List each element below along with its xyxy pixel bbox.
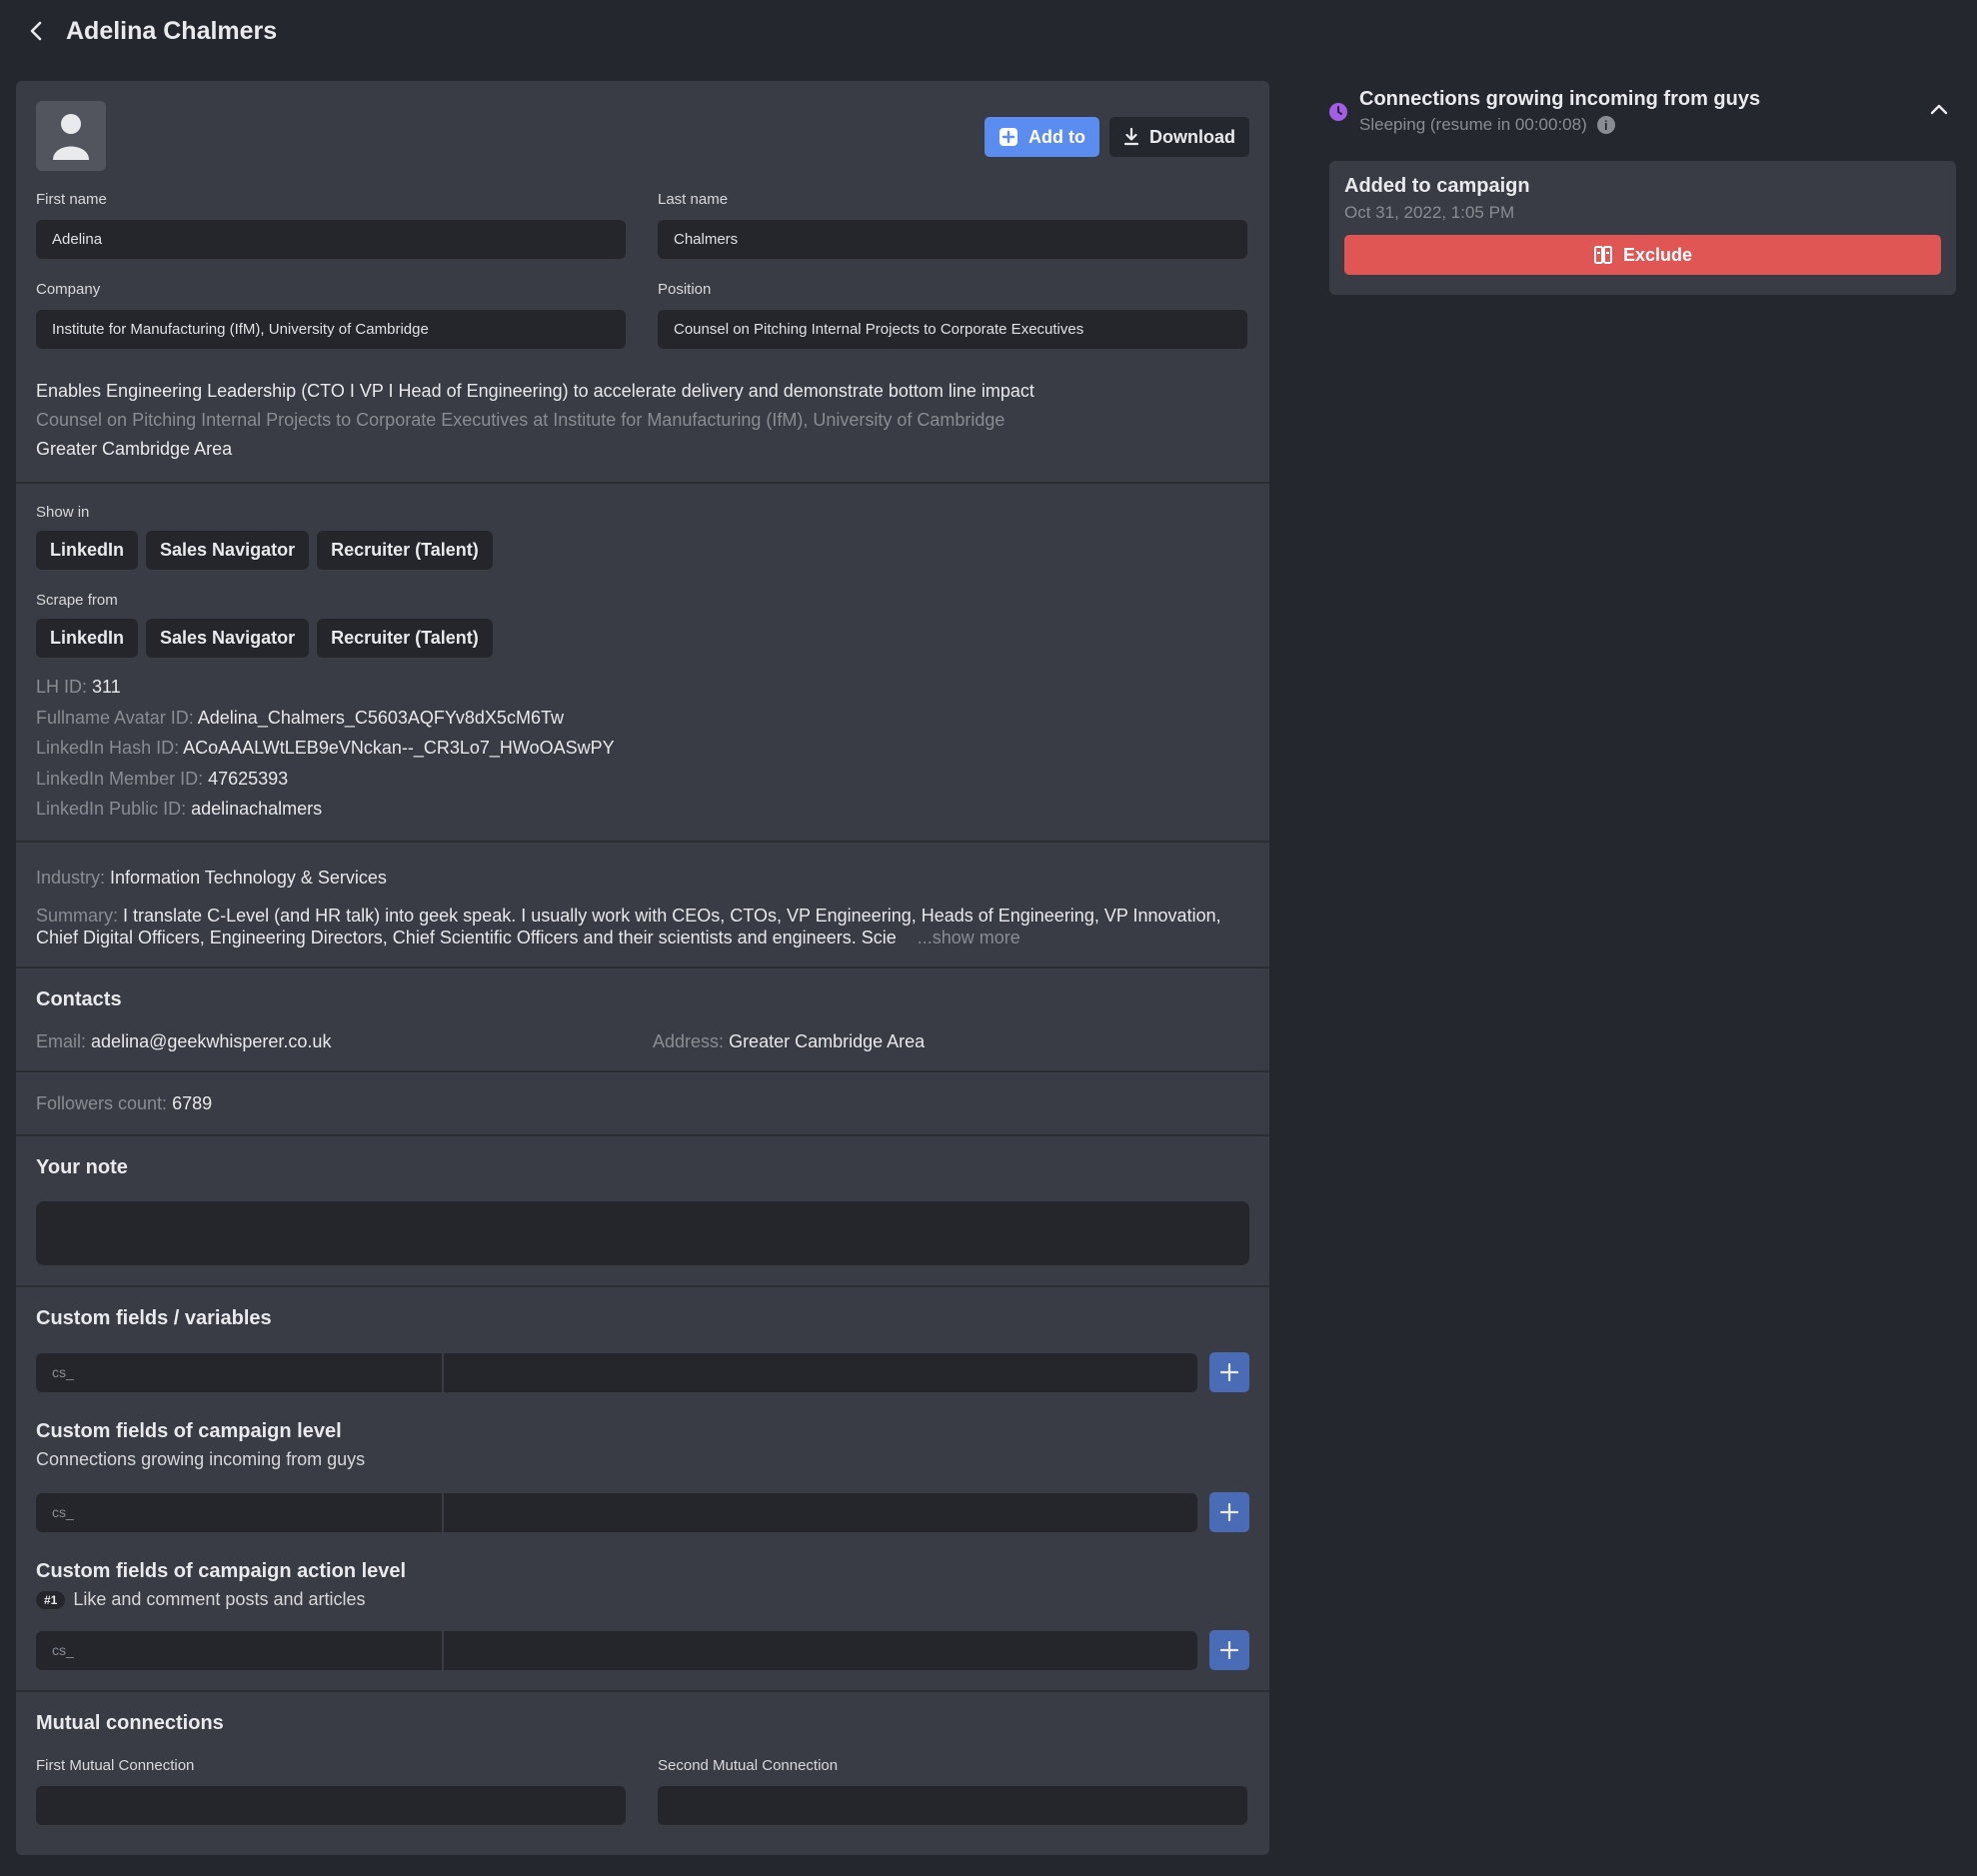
mutual-title: Mutual connections [36, 1712, 224, 1734]
location: Greater Cambridge Area [36, 439, 233, 459]
first-mutual-label: First Mutual Connection [36, 1757, 195, 1774]
add-campaign-field-button[interactable] [1209, 1492, 1249, 1532]
action-field-input[interactable]: cs_ [36, 1630, 1197, 1670]
mutual-section: Mutual connections First Mutual Connecti… [16, 1692, 1269, 1825]
download-button[interactable]: Download [1109, 117, 1249, 157]
address: Address: Greater Cambridge Area [653, 1031, 926, 1051]
exclude-label: Exclude [1622, 244, 1693, 265]
fullname-avatar-id: Fullname Avatar ID: Adelina_Chalmers_C56… [36, 707, 564, 728]
info-icon[interactable]: i [1596, 116, 1615, 134]
custom-field-key[interactable]: cs_ [36, 1352, 444, 1392]
campaign-header: Connections growing incoming from guys S… [1329, 88, 1949, 135]
download-label: Download [1149, 126, 1235, 147]
show-more-link[interactable]: ...show more [918, 928, 1020, 947]
profile-section: Add to Download First name Adelina Last … [16, 81, 1269, 484]
campaign-field-key[interactable]: cs_ [36, 1492, 444, 1532]
company-label: Company [36, 281, 101, 298]
add-to-button[interactable]: Add to [985, 117, 1099, 157]
email-value[interactable]: adelina@geekwhisperer.co.uk [91, 1031, 331, 1051]
first-name-label: First name [36, 191, 107, 208]
show-in-tags: LinkedIn Sales Navigator Recruiter (Tale… [36, 531, 1249, 570]
second-mutual-label: Second Mutual Connection [658, 1757, 839, 1774]
campaign-fields-name: Connections growing incoming from guys [36, 1449, 366, 1469]
lh-id: LH ID: 311 [36, 677, 121, 697]
custom-field-input[interactable]: cs_ [36, 1352, 1197, 1392]
step-badge: #1 [36, 1590, 66, 1609]
contacts-section: Contacts Email: adelina@geekwhisperer.co… [16, 968, 1269, 1072]
last-name-label: Last name [658, 191, 729, 208]
campaign-card: Added to campaign Oct 31, 2022, 1:05 PM … [1329, 161, 1956, 295]
linkedin-hash-id: LinkedIn Hash ID: ACoAAALWtLEB9eVNckan--… [36, 738, 615, 758]
followers-section: Followers count: 6789 [16, 1072, 1269, 1136]
position-field[interactable]: Counsel on Pitching Internal Projects to… [658, 310, 1247, 349]
sources-section: Show in LinkedIn Sales Navigator Recruit… [16, 484, 1269, 843]
company-field[interactable]: Institute for Manufacturing (IfM), Unive… [36, 310, 626, 349]
about-section: Industry: Information Technology & Servi… [16, 843, 1269, 968]
chevron-up-icon[interactable] [1929, 102, 1949, 121]
scrape-from-recruiter[interactable]: Recruiter (Talent) [317, 619, 493, 658]
campaign-fields-title: Custom fields of campaign level [36, 1420, 342, 1442]
contacts-title: Contacts [36, 988, 122, 1010]
add-to-label: Add to [1028, 126, 1085, 147]
profile-panel: Add to Download First name Adelina Last … [16, 81, 1269, 1855]
note-input[interactable] [36, 1201, 1249, 1265]
campaign-title[interactable]: Connections growing incoming from guys [1359, 88, 1760, 111]
chevron-left-icon[interactable] [24, 19, 48, 43]
action-fields-title: Custom fields of campaign action level [36, 1560, 407, 1582]
page-title: Adelina Chalmers [66, 16, 278, 45]
scrape-from-tags: LinkedIn Sales Navigator Recruiter (Tale… [36, 619, 1249, 658]
exclude-icon [1593, 246, 1612, 264]
custom-field-value[interactable] [444, 1353, 1197, 1392]
custom-fields-title: Custom fields / variables [36, 1307, 272, 1329]
note-title: Your note [36, 1156, 128, 1178]
subheadline: Counsel on Pitching Internal Projects to… [36, 410, 1005, 430]
scrape-from-label: Scrape from [36, 592, 118, 609]
add-action-field-button[interactable] [1209, 1630, 1249, 1670]
download-icon [1123, 128, 1139, 146]
scrape-from-sales-navigator[interactable]: Sales Navigator [146, 619, 310, 658]
clock-icon [1329, 103, 1347, 121]
followers-count: Followers count: 6789 [36, 1093, 213, 1113]
campaign-field-value[interactable] [444, 1493, 1197, 1532]
action-field-row: cs_ [36, 1630, 1249, 1670]
summary: Summary: I translate C-Level (and HR tal… [36, 906, 1221, 947]
email: Email: adelina@geekwhisperer.co.uk [36, 1031, 332, 1051]
show-in-label: Show in [36, 504, 90, 521]
avatar [36, 101, 106, 171]
plus-icon [1220, 1503, 1238, 1521]
last-name-field[interactable]: Chalmers [658, 220, 1247, 259]
note-section: Your note [16, 1136, 1269, 1287]
headline: Enables Engineering Leadership (CTO I VP… [36, 381, 1034, 401]
plus-icon [1220, 1363, 1238, 1381]
page-header: Adelina Chalmers [0, 0, 1977, 62]
user-icon [53, 114, 89, 160]
first-mutual-field[interactable] [36, 1786, 626, 1825]
exclude-button[interactable]: Exclude [1344, 235, 1941, 275]
first-name-field[interactable]: Adelina [36, 220, 626, 259]
action-field-key[interactable]: cs_ [36, 1630, 444, 1670]
show-in-sales-navigator[interactable]: Sales Navigator [146, 531, 310, 570]
second-mutual-field[interactable] [658, 1786, 1247, 1825]
action-fields-name: #1 Like and comment posts and articles [16, 1589, 1269, 1610]
add-square-icon [999, 128, 1018, 146]
show-in-recruiter[interactable]: Recruiter (Talent) [317, 531, 493, 570]
campaign-field-row: cs_ [36, 1492, 1249, 1532]
linkedin-public-id: LinkedIn Public ID: adelinachalmers [36, 799, 323, 819]
add-custom-field-button[interactable] [1209, 1352, 1249, 1392]
custom-fields-section: Custom fields / variables cs_ Custom fie… [16, 1287, 1269, 1692]
position-label: Position [658, 281, 712, 298]
linkedin-member-id: LinkedIn Member ID: 47625393 [36, 768, 289, 789]
plus-icon [1220, 1641, 1238, 1659]
show-in-linkedin[interactable]: LinkedIn [36, 531, 139, 570]
action-field-value[interactable] [444, 1631, 1197, 1670]
custom-field-row: cs_ [36, 1352, 1249, 1392]
campaign-status: Sleeping (resume in 00:00:08) [1359, 115, 1587, 134]
added-title: Added to campaign [1344, 175, 1530, 197]
added-date: Oct 31, 2022, 1:05 PM [1344, 203, 1515, 222]
campaign-field-input[interactable]: cs_ [36, 1492, 1197, 1532]
industry: Industry: Information Technology & Servi… [36, 867, 387, 888]
scrape-from-linkedin[interactable]: LinkedIn [36, 619, 139, 658]
